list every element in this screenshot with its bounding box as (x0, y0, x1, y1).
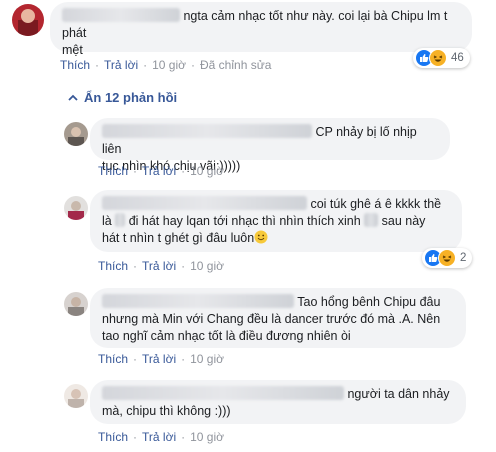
redacted-username (102, 196, 307, 210)
redacted-username (62, 8, 180, 22)
avatar[interactable] (12, 4, 44, 36)
redacted-username (102, 124, 312, 138)
haha-icon (429, 49, 447, 67)
timestamp[interactable]: 10 giờ (190, 164, 224, 178)
reply-bubble: CP nhảy bị lố nhịp liên tục nhìn khó chị… (90, 118, 450, 173)
reply-link[interactable]: Trả lời (142, 430, 176, 444)
reply-bubble: Tao hổng bênh Chipu đâu nhưng mà Min với… (90, 288, 466, 348)
reply-link[interactable]: Trả lời (142, 259, 176, 273)
redacted-word (115, 213, 126, 227)
reply-text-part: đi hát hay lqan tới nhạc thì nhìn thích … (128, 214, 361, 228)
redacted-username (102, 294, 294, 308)
reaction-count: 2 (460, 252, 467, 264)
reply-link[interactable]: Trả lời (142, 164, 176, 178)
reaction-count: 46 (451, 52, 464, 64)
comment-bubble: ngta cảm nhạc tốt như này. coi lại bà Ch… (50, 2, 472, 57)
reply-bubble: coi túk ghê á ê kkkk thề là đi hát hay l… (90, 190, 462, 252)
like-link[interactable]: Thích (98, 352, 128, 366)
reply-text-part: là (102, 214, 112, 228)
avatar[interactable] (64, 292, 88, 316)
reply-actions: Thích · Trả lời · 10 giờ (98, 164, 224, 178)
reply-link[interactable]: Trả lời (142, 352, 176, 366)
haha-icon (438, 249, 456, 267)
reaction-summary[interactable]: 2 (422, 248, 473, 268)
comment-actions: Thích · Trả lời · 10 giờ · Đã chỉnh sửa (60, 58, 272, 72)
like-link[interactable]: Thích (98, 430, 128, 444)
timestamp[interactable]: 10 giờ (190, 259, 224, 273)
avatar[interactable] (64, 196, 88, 220)
redacted-word (364, 213, 379, 227)
reply-text: người ta dân nhảy (347, 387, 450, 401)
hide-replies-link[interactable]: Ẩn 12 phản hồi (68, 90, 177, 105)
timestamp[interactable]: 10 giờ (152, 58, 186, 72)
like-link[interactable]: Thích (98, 164, 128, 178)
reply-text-part: sau này (381, 214, 426, 228)
like-link[interactable]: Thích (60, 58, 90, 72)
reaction-summary[interactable]: 46 (413, 48, 470, 68)
timestamp[interactable]: 10 giờ (190, 352, 224, 366)
avatar[interactable] (64, 122, 88, 146)
reply-text: Tao hổng bênh Chipu đâu (297, 295, 441, 309)
like-link[interactable]: Thích (98, 259, 128, 273)
reply-link[interactable]: Trả lời (104, 58, 138, 72)
reply-text-line2: mà, chipu thì không :))) (102, 404, 231, 418)
timestamp[interactable]: 10 giờ (190, 430, 224, 444)
reply-text-line3: hát t nhìn t ghét gì đâu luôn (102, 231, 255, 245)
reply-text: coi túk ghê á ê kkkk thề (310, 197, 442, 211)
reply-text-line3: tao nghĩ cảm nhạc tốt là điều đương nhiê… (102, 329, 351, 343)
chevron-up-icon (68, 94, 78, 102)
smile-emoji-icon (254, 230, 268, 244)
comment-text-line2: mệt (62, 43, 83, 57)
reply-bubble: người ta dân nhảy mà, chipu thì không :)… (90, 380, 466, 424)
avatar[interactable] (64, 384, 88, 408)
reply-actions: Thích · Trả lời · 10 giờ (98, 352, 224, 366)
reply-text-line2: nhưng mà Min với Chang đều là dancer trư… (102, 312, 441, 326)
edited-label[interactable]: Đã chỉnh sửa (200, 58, 271, 72)
reply-actions: Thích · Trả lời · 10 giờ (98, 430, 224, 444)
hide-replies-label: Ẩn 12 phản hồi (84, 90, 178, 105)
reply-actions: Thích · Trả lời · 10 giờ (98, 259, 224, 273)
redacted-username (102, 386, 344, 400)
